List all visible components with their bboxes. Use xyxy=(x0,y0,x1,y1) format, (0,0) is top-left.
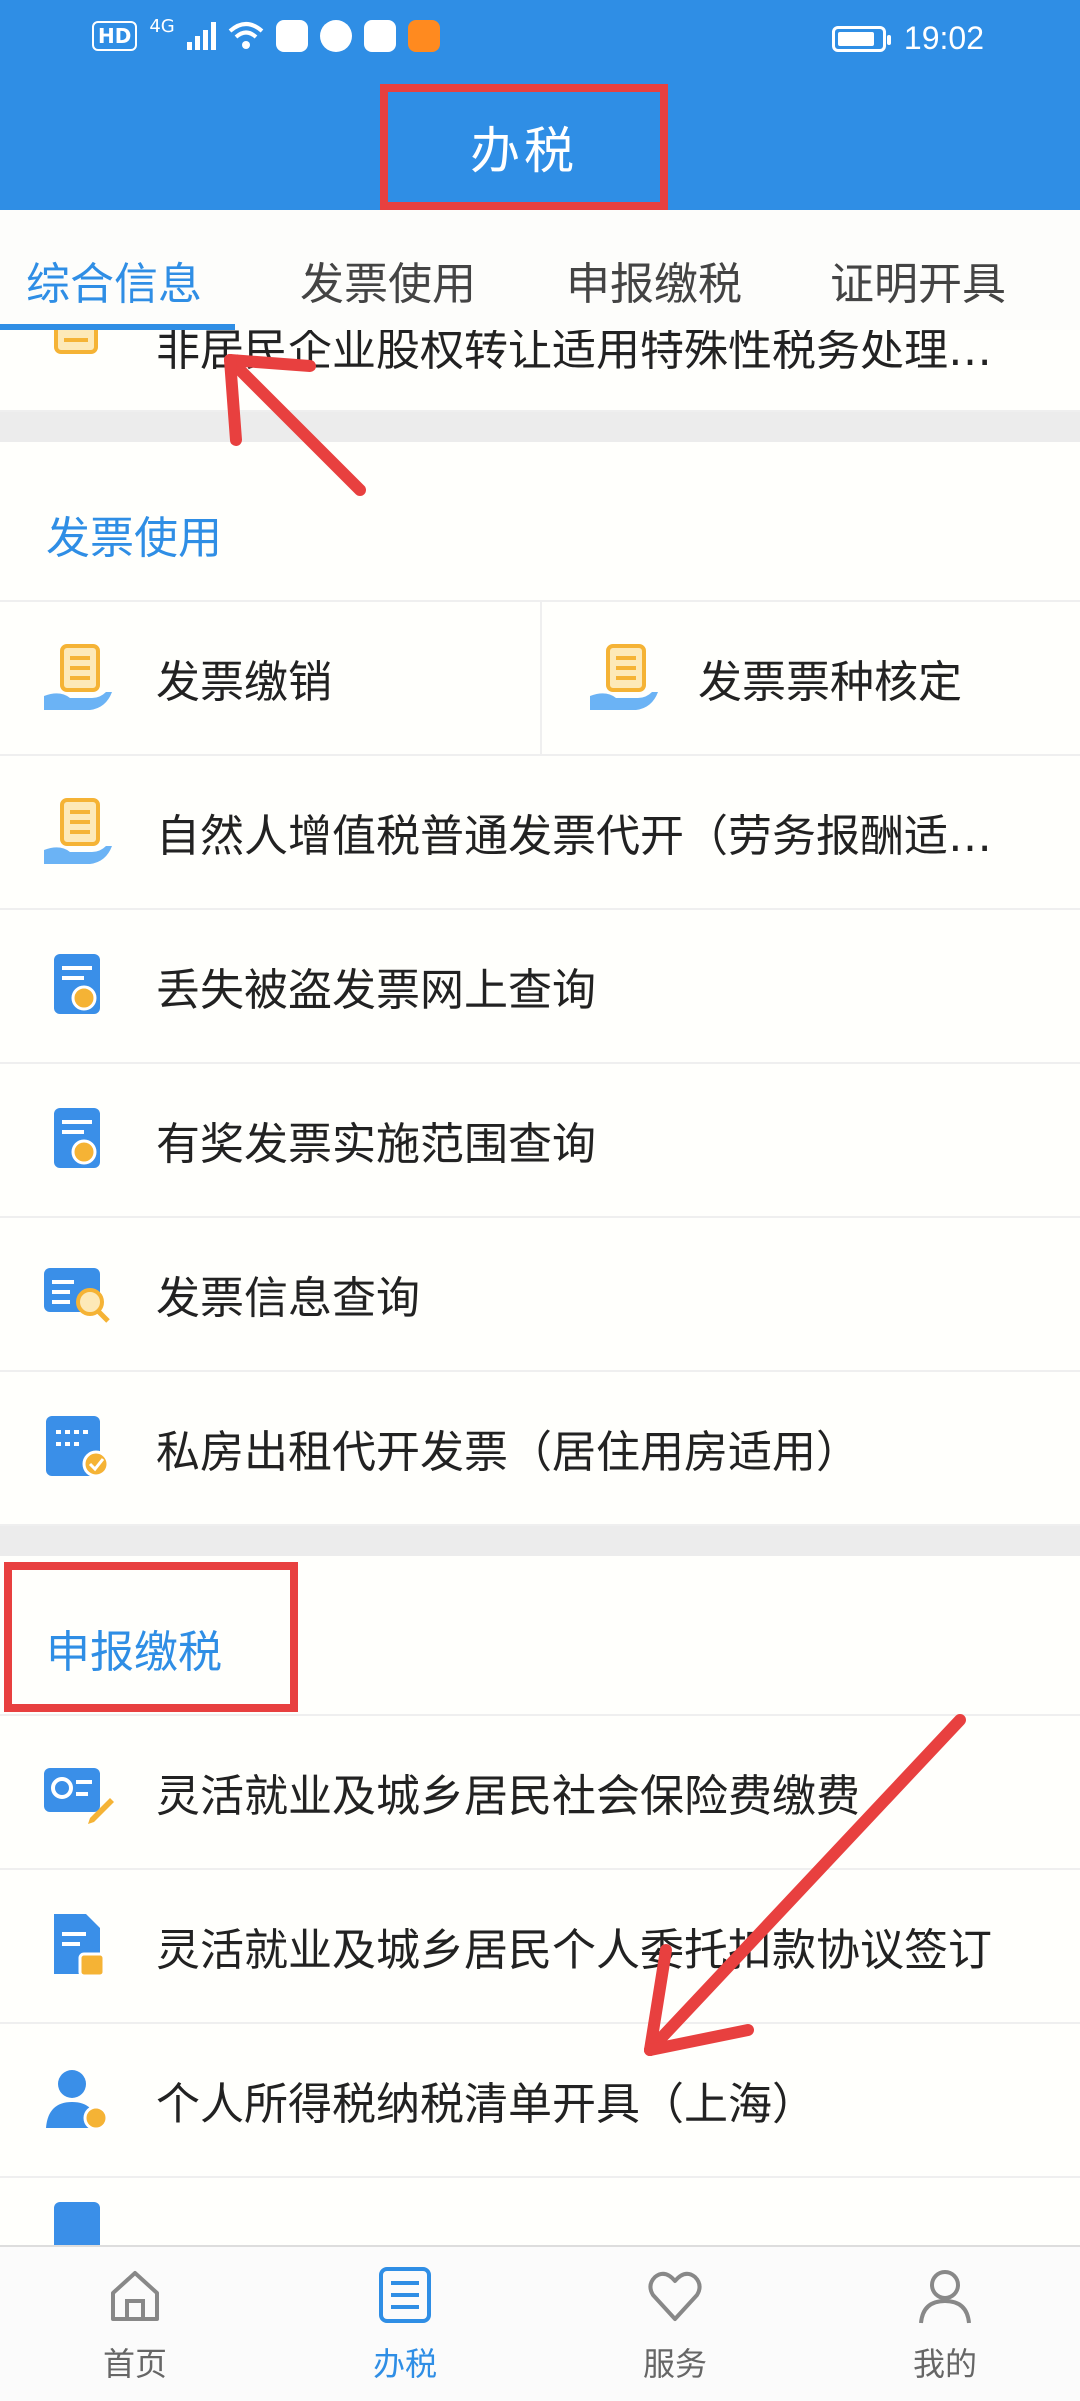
nav-tax[interactable]: 办税 xyxy=(270,2247,540,2401)
nav-home[interactable]: 首页 xyxy=(0,2247,270,2401)
battery-icon xyxy=(831,25,891,52)
certificate-icon xyxy=(54,1108,100,1168)
section-title: 发票使用 xyxy=(46,513,222,564)
list-item-label: 丢失被盗发票网上查询 xyxy=(156,965,596,1016)
section-divider xyxy=(0,1526,1080,1556)
section-divider xyxy=(0,412,1080,442)
nav-label: 首页 xyxy=(102,2345,167,2383)
list-item-label: 自然人增值税普通发票代开（劳务报酬适… xyxy=(156,811,992,862)
list-item-rental-invoice[interactable]: 私房出租代开发票（居住用房适用） xyxy=(0,1372,1080,1526)
list-item-prize-invoice-query[interactable]: 有奖发票实施范围查询 xyxy=(0,1064,1080,1218)
list-item-label: 非居民企业股权转让适用特殊性税务处理… xyxy=(156,330,992,376)
list-item-label: 发票信息查询 xyxy=(156,1273,420,1324)
wifi-icon xyxy=(228,22,264,49)
bottom-nav: 首页 办税 服务 我的 xyxy=(0,2245,1080,2401)
document-hand-icon xyxy=(44,798,112,864)
list-item[interactable] xyxy=(0,2178,1080,2245)
person-icon xyxy=(919,2270,971,2324)
list-item-label: 有奖发票实施范围查询 xyxy=(156,1119,596,1170)
app-header: HD 4G 19:02 办税 xyxy=(0,0,1080,210)
home-icon xyxy=(111,2271,159,2321)
list-item-invoice-type[interactable]: 发票票种核定 xyxy=(540,602,1080,756)
clock: 19:02 xyxy=(903,20,984,56)
card-edit-icon xyxy=(44,1768,114,1824)
app-notification-icon xyxy=(275,20,308,52)
list-item-lost-invoice-query[interactable]: 丢失被盗发票网上查询 xyxy=(0,910,1080,1064)
heart-icon xyxy=(648,2271,702,2321)
document-stamp-icon xyxy=(54,1914,106,1978)
tab-declare-pay[interactable]: 申报缴税 xyxy=(566,248,742,312)
list-item-tax-list-shanghai[interactable]: 个人所得税纳税清单开具（上海） xyxy=(0,2024,1080,2178)
annotation-box-declare xyxy=(4,1562,298,1712)
title-highlight-box: 办税 xyxy=(380,84,668,210)
nav-mine[interactable]: 我的 xyxy=(810,2247,1080,2401)
list-item-label: 个人所得税纳税清单开具（上海） xyxy=(156,2079,816,2130)
list-item-label: 发票缴销 xyxy=(156,657,332,708)
list-item-social-insurance-pay[interactable]: 灵活就业及城乡居民社会保险费缴费 xyxy=(0,1716,1080,1870)
document-hand-icon xyxy=(590,644,658,710)
hd-indicator: HD xyxy=(92,21,138,51)
status-icons-left: HD 4G xyxy=(92,16,440,52)
signal-icon xyxy=(186,22,216,50)
list-item-natural-person-invoice[interactable]: 自然人增值税普通发票代开（劳务报酬适… xyxy=(0,756,1080,910)
nav-label: 我的 xyxy=(912,2345,977,2383)
list-item-label: 发票票种核定 xyxy=(698,657,962,708)
person-badge-icon xyxy=(46,2070,109,2131)
partial-icon xyxy=(54,2202,100,2245)
list-item-invoice-cancel[interactable]: 发票缴销 xyxy=(0,602,540,756)
tab-bar: 综合信息 发票使用 申报缴税 证明开具 xyxy=(0,210,1080,331)
nav-label: 办税 xyxy=(372,2345,437,2383)
nav-label: 服务 xyxy=(642,2345,707,2383)
tab-invoice-use[interactable]: 发票使用 xyxy=(300,248,476,312)
document-icon xyxy=(54,330,98,354)
search-list-icon xyxy=(44,1268,110,1323)
list-item-label: 私房出租代开发票（居住用房适用） xyxy=(156,1427,860,1478)
status-icons-right: 19:02 xyxy=(831,20,984,57)
play-icon xyxy=(407,20,440,52)
status-bar: HD 4G 19:02 xyxy=(0,0,1080,80)
list-item-label: 灵活就业及城乡居民个人委托扣款协议签订 xyxy=(156,1925,992,1976)
page-title: 办税 xyxy=(470,122,578,180)
tab-general-info[interactable]: 综合信息 xyxy=(26,248,202,312)
compass-icon xyxy=(319,20,352,52)
list-item-invoice-info-query[interactable]: 发票信息查询 xyxy=(0,1218,1080,1372)
nav-services[interactable]: 服务 xyxy=(540,2247,810,2401)
list-item[interactable]: 非居民企业股权转让适用特殊性税务处理… xyxy=(0,330,1080,412)
certificate-icon xyxy=(54,954,100,1014)
list-item-deduction-agreement[interactable]: 灵活就业及城乡居民个人委托扣款协议签订 xyxy=(0,1870,1080,2024)
section-header-invoice: 发票使用 xyxy=(0,442,1080,602)
list-item-label: 灵活就业及城乡居民社会保险费缴费 xyxy=(156,1771,860,1822)
hand-icon xyxy=(363,20,396,52)
network-type: 4G xyxy=(149,15,175,37)
document-hand-icon xyxy=(44,644,112,710)
ticket-check-icon xyxy=(46,1416,110,1478)
list-icon xyxy=(379,2267,431,2323)
tab-certificates[interactable]: 证明开具 xyxy=(830,248,1006,312)
